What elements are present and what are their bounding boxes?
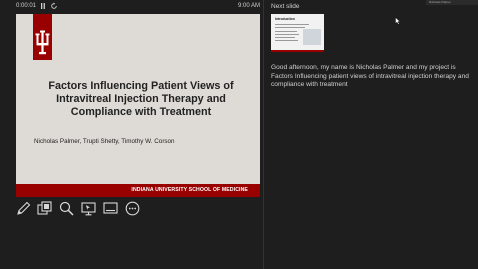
current-slide[interactable]: Factors Influencing Patient Views of Int… — [16, 14, 260, 197]
zoom-icon[interactable] — [58, 200, 75, 217]
slide-footer-text: INDIANA UNIVERSITY SCHOOL OF MEDICINE — [131, 187, 248, 193]
pause-icon[interactable] — [40, 2, 46, 12]
slide-footer-band: INDIANA UNIVERSITY SCHOOL OF MEDICINE — [16, 184, 260, 197]
thumbnail-text-line — [275, 34, 299, 35]
thumbnail-text-line — [275, 27, 305, 28]
thumbnail-title: Introduction — [275, 17, 295, 21]
iu-logo — [33, 14, 52, 60]
thumbnail-text-line — [275, 40, 298, 41]
pointer-screen-icon[interactable] — [80, 200, 97, 217]
speaker-notes[interactable]: Good afternoon, my name is Nicholas Palm… — [271, 64, 471, 90]
restart-icon[interactable] — [50, 2, 58, 12]
presenter-top-bar: 0:00:01 9:00 AM — [0, 0, 478, 14]
thumbnail-figure — [303, 29, 321, 45]
clock: 9:00 AM — [238, 3, 261, 9]
mouse-cursor-icon — [395, 12, 401, 30]
subtitles-icon[interactable] — [102, 200, 119, 217]
elapsed-timer: 0:00:01 — [16, 3, 37, 9]
slide-authors: Nicholas Palmer, Trupti Shetty, Timothy … — [34, 138, 175, 145]
profile-name: Nicholas Palmer — [429, 0, 451, 4]
slide-title: Factors Influencing Patient Views of Int… — [48, 80, 234, 118]
more-options-icon[interactable] — [124, 200, 141, 217]
pen-icon[interactable] — [15, 200, 32, 217]
thumbnail-text-line — [275, 37, 295, 38]
thumbnail-text-line — [275, 24, 309, 25]
pane-divider[interactable] — [263, 0, 264, 269]
profile-badge[interactable]: Nicholas Palmer — [426, 0, 478, 5]
next-slide-thumbnail[interactable]: Introduction — [271, 14, 324, 52]
thumbnail-footer-band — [271, 50, 324, 52]
slides-grid-icon[interactable] — [36, 200, 53, 217]
next-slide-label: Next slide — [271, 3, 300, 10]
thumbnail-text-line — [275, 31, 297, 32]
